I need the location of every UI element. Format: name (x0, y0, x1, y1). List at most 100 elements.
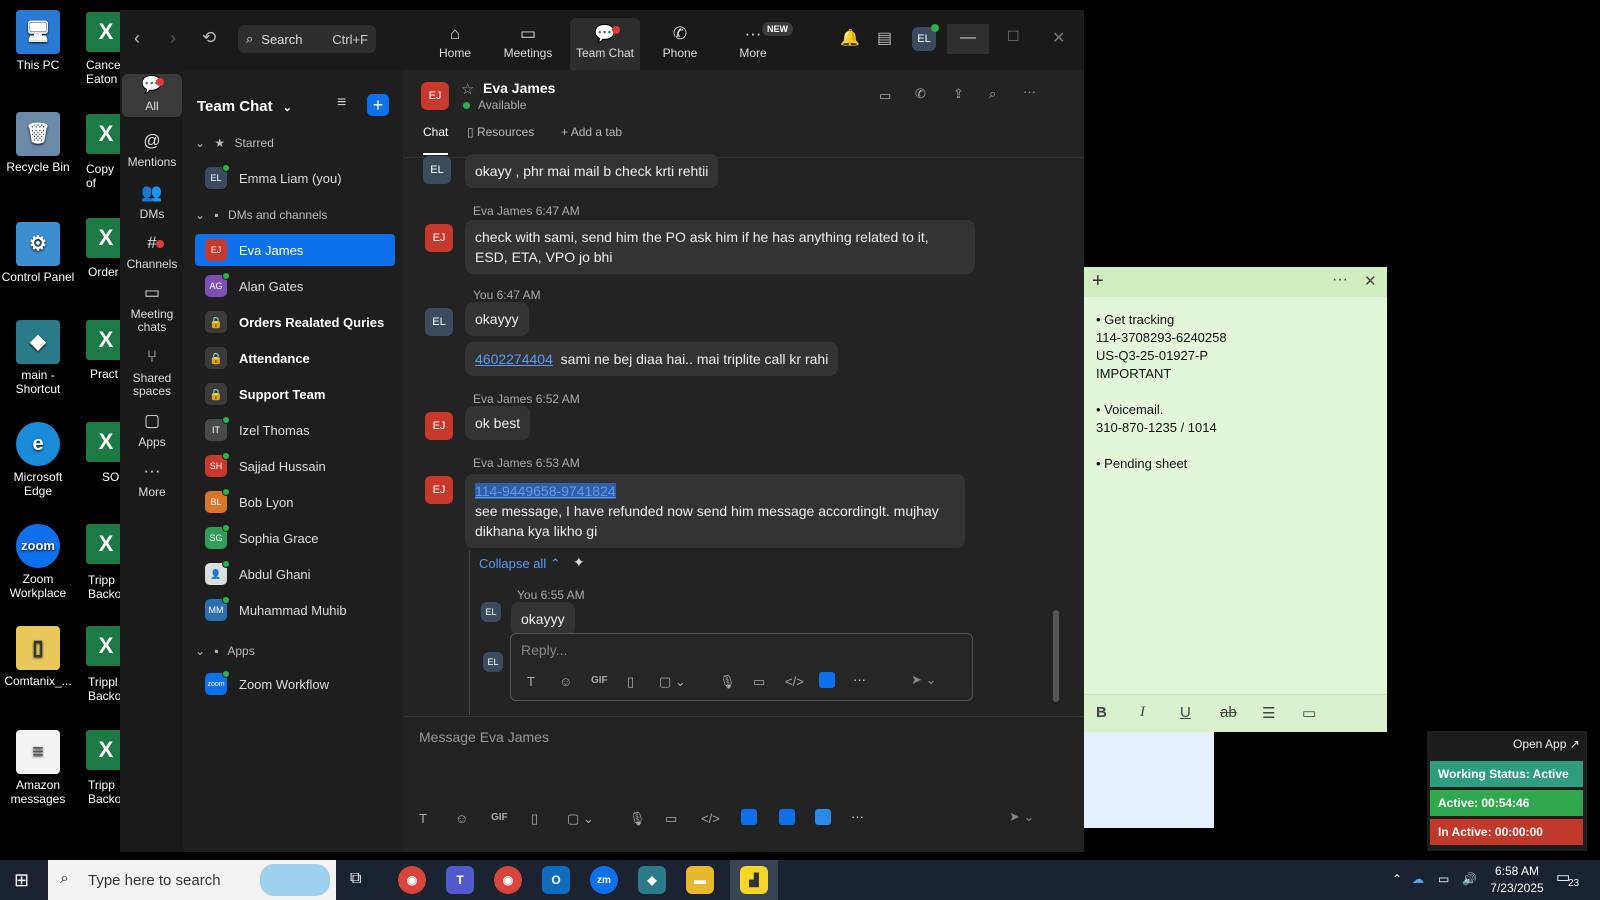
desktop-icon-amazon-messages[interactable]: ≡ Amazon messages (0, 730, 76, 806)
rail-meeting-chats[interactable]: ▭ Meeting chats (122, 284, 182, 334)
chat-row-zoom-workflow[interactable]: zoom Zoom Workflow (195, 668, 395, 700)
format-icon[interactable]: T (527, 674, 535, 689)
file-icon[interactable]: ▯ (531, 811, 538, 827)
volume-icon[interactable]: 🔊 (1462, 872, 1477, 886)
message-bubble[interactable]: okayy , phr mai mail b check krti rehtii (465, 154, 719, 188)
background-window[interactable] (1084, 732, 1214, 828)
nav-team-chat[interactable]: 💬 Team Chat (570, 18, 640, 70)
outlook-icon[interactable]: O (542, 866, 570, 894)
chrome-icon[interactable]: ◉ (398, 866, 426, 894)
new-chat-button[interactable]: + (367, 94, 389, 116)
notification-center-button[interactable]: ▭ 23 (1556, 868, 1579, 889)
star-icon[interactable]: ☆ (461, 80, 474, 98)
rail-dms[interactable]: 👥 DMs (122, 184, 182, 221)
contact-avatar[interactable]: EJ (421, 82, 449, 110)
message-bubble[interactable]: ok best (465, 406, 531, 440)
emoji-icon[interactable]: ☺ (455, 811, 468, 826)
desktop-icon-main-shortcut[interactable]: ◆ main - Shortcut (0, 320, 76, 396)
screenshot-icon[interactable]: ▢ ⌄ (659, 674, 686, 690)
message-bubble[interactable]: check with sami, send him the PO ask him… (465, 220, 975, 274)
open-app-link[interactable]: Open App ↗ (1513, 737, 1580, 751)
chat-row-sajjad-hussain[interactable]: SH Sajjad Hussain (195, 450, 395, 482)
more-icon[interactable]: ··· (1332, 271, 1348, 289)
taskbar-search[interactable]: ⌕ Type here to search (48, 860, 336, 900)
chat-row-alan-gates[interactable]: AG Alan Gates (195, 270, 395, 302)
chat-row-eva-james[interactable]: EJ Eva James (195, 234, 395, 266)
zoom-docs-icon[interactable] (779, 809, 795, 825)
code-icon[interactable]: </> (701, 811, 720, 826)
sticky-body[interactable]: • Get tracking 114-3708293-6240258 US-Q3… (1084, 297, 1387, 487)
collapse-all-button[interactable]: Collapse all ⌃ (479, 556, 561, 572)
chat-row-izel-thomas[interactable]: IT Izel Thomas (195, 414, 395, 446)
nav-phone[interactable]: ✆ Phone (645, 18, 715, 70)
gif-icon[interactable]: GIF (591, 675, 608, 686)
microphone-icon[interactable]: 🎙 (629, 811, 646, 827)
bell-icon[interactable]: 🔔 (840, 28, 860, 48)
reply-input[interactable]: Reply... T ☺ GIF ▯ ▢ ⌄ 🎙 ▭ </> ··· ➤ ⌄ (510, 633, 973, 701)
video-icon[interactable]: ▭ (753, 674, 765, 690)
windows-start-icon[interactable]: ⊞ (14, 870, 29, 891)
message-link[interactable]: 4602274404 (475, 351, 553, 367)
rail-mentions[interactable]: @ Mentions (122, 132, 182, 169)
message-bubble[interactable]: 4602274404 sami ne bej diaa hai.. mai tr… (465, 342, 839, 376)
desktop-icon-comtanix[interactable]: ▯ Comtanix_... (0, 626, 76, 688)
phone-icon[interactable]: ✆ (915, 86, 926, 102)
network-icon[interactable]: ▭ (1438, 872, 1449, 886)
image-icon[interactable]: ▭ (1302, 704, 1316, 722)
tab-resources[interactable]: ▯ Resources (467, 125, 534, 139)
share-screen-icon[interactable]: ⇪ (953, 86, 964, 102)
sparkle-icon[interactable]: ✦ (573, 554, 585, 571)
close-icon[interactable]: ✕ (1052, 28, 1065, 48)
more-icon[interactable]: ··· (853, 672, 866, 687)
desktop-icon-control-panel[interactable]: ⚙ Control Panel (0, 222, 76, 284)
message-bubble[interactable]: okayyy (511, 602, 575, 636)
nav-meetings[interactable]: ▭ Meetings (493, 18, 563, 70)
clock[interactable]: 6:58 AM 7/23/2025 (1488, 863, 1546, 897)
sticky-notes-taskbar-button[interactable]: ▟ (730, 860, 778, 900)
strikethrough-icon[interactable]: ab (1220, 704, 1237, 721)
gif-icon[interactable]: GIF (491, 812, 508, 823)
video-icon[interactable]: ▭ (665, 811, 677, 827)
zoom-whiteboard-icon[interactable] (815, 809, 831, 825)
section-starred[interactable]: ⌄ ★ Starred (195, 136, 274, 150)
avatar[interactable]: EL (912, 24, 939, 51)
message-composer[interactable]: Message Eva James T ☺ GIF ▯ ▢ ⌄ 🎙 ▭ </> … (403, 716, 1084, 852)
close-icon[interactable]: ✕ (1364, 272, 1377, 290)
message-bubble[interactable]: okayyy (465, 302, 529, 336)
search-icon[interactable]: ⌕ (989, 86, 996, 102)
underline-icon[interactable]: U (1180, 704, 1191, 721)
rail-shared-spaces[interactable]: ⑂ Shared spaces (122, 348, 182, 398)
rail-more[interactable]: ··· More (122, 462, 182, 499)
history-icon[interactable]: ⟲ (202, 28, 216, 48)
send-icon[interactable]: ➤ ⌄ (1009, 809, 1034, 825)
chrome-profile-icon[interactable]: ◉ (494, 866, 522, 894)
nav-home[interactable]: ⌂ Home (420, 18, 490, 70)
filter-icon[interactable]: ≡ (337, 94, 346, 112)
search-box[interactable]: ⌕ Search Ctrl+F (238, 25, 376, 53)
tab-chat[interactable]: Chat (423, 125, 449, 155)
section-dms[interactable]: ⌄ ▪ DMs and channels (195, 208, 327, 222)
zoom-app-icon[interactable] (741, 809, 757, 825)
chat-row-muhammad-muhib[interactable]: MM Muhammad Muhib (195, 594, 395, 626)
chat-row-attendance-channel[interactable]: 🔒 Attendance (195, 342, 395, 374)
screenshot-icon[interactable]: ▢ ⌄ (567, 811, 594, 827)
file-icon[interactable]: ▯ (627, 674, 634, 690)
zoom-app-icon[interactable] (819, 672, 835, 688)
zoom-icon[interactable]: zm (590, 866, 618, 894)
rail-apps[interactable]: ▢ Apps (122, 412, 182, 449)
back-icon[interactable]: ‹ (134, 28, 140, 49)
rail-all[interactable]: 💬 All (122, 74, 182, 117)
chat-row-support-channel[interactable]: 🔒 Support Team (195, 378, 395, 410)
teams-icon[interactable]: T (446, 866, 474, 894)
minimize-button[interactable]: — (947, 24, 989, 54)
file-explorer-icon[interactable]: ▬ (686, 866, 714, 894)
chat-row-sophia-grace[interactable]: SG Sophia Grace (195, 522, 395, 554)
list-icon[interactable]: ☰ (1262, 704, 1275, 722)
send-icon[interactable]: ➤ ⌄ (911, 672, 936, 688)
italic-icon[interactable]: I (1140, 704, 1145, 721)
rail-channels[interactable]: # Channels (122, 234, 182, 271)
forward-icon[interactable]: › (170, 28, 176, 49)
section-apps[interactable]: ⌄ ▪ Apps (195, 644, 255, 658)
nav-more[interactable]: ··· NEW More (718, 18, 793, 70)
desktop-icon-this-pc[interactable]: 🖥 This PC (0, 10, 76, 72)
